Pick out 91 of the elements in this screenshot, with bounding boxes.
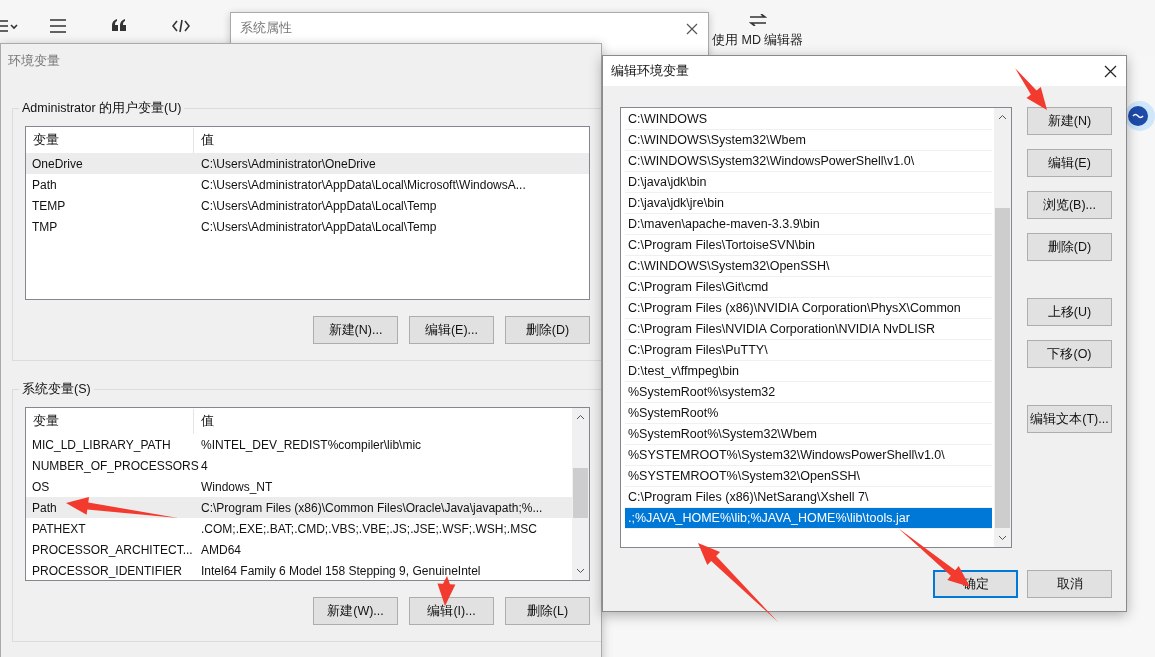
dialog-button[interactable]: 编辑(E): [1027, 149, 1112, 177]
horizontal-rule-icon[interactable]: [49, 19, 67, 33]
table-cell: OneDrive: [32, 156, 83, 171]
table-row[interactable]: OS Windows_NT: [26, 476, 572, 497]
dialog-button[interactable]: 编辑(E)...: [409, 316, 494, 344]
table-cell-text: Windows_NT: [200, 479, 273, 494]
list-item[interactable]: D:\test_v\ffmpeg\bin: [625, 361, 992, 382]
scroll-up-icon[interactable]: [576, 414, 585, 420]
table-row[interactable]: PROCESSOR_IDENTIFIER Intel64 Family 6 Model 158 Stepping 9, GenuineIntel: [26, 560, 572, 581]
dialog-button[interactable]: 编辑(I)...: [409, 597, 494, 625]
list-item[interactable]: C:\WINDOWS\System32\Wbem: [625, 130, 992, 151]
list-item[interactable]: %SYSTEMROOT%\System32\OpenSSH\: [625, 466, 992, 487]
table-row[interactable]: NUMBER_OF_PROCESSORS 4: [26, 455, 572, 476]
code-icon[interactable]: [172, 19, 190, 33]
table-cell: TMP: [32, 219, 58, 234]
app-circle-icon[interactable]: [1124, 100, 1155, 132]
scrollbar[interactable]: [994, 108, 1011, 547]
table-cell: PROCESSOR_IDENTIFIER: [32, 563, 183, 578]
dialog-button[interactable]: 删除(D): [1027, 233, 1112, 261]
window-title: 系统属性: [240, 20, 292, 37]
list-icon[interactable]: [0, 19, 18, 33]
list-item[interactable]: D:\java\jdk\jre\bin: [625, 193, 992, 214]
table-cell-text: C:\Users\Administrator\AppData\Local\Microsoft\WindowsA...: [200, 177, 526, 192]
dialog-button[interactable]: 编辑文本(T)...: [1027, 405, 1112, 433]
table-cell-text: C:\Users\Administrator\AppData\Local\Temp: [200, 198, 437, 213]
table-cell: TEMP: [32, 198, 66, 213]
table-cell-text: AMD64: [200, 542, 241, 557]
dialog-button[interactable]: 取消: [1027, 570, 1112, 598]
scroll-down-icon[interactable]: [998, 535, 1007, 541]
table-cell: OS: [32, 479, 50, 494]
table-row[interactable]: PROCESSOR_ARCHITECT... AMD64: [26, 539, 572, 560]
table-cell: Path: [32, 500, 57, 515]
list-item[interactable]: C:\Program Files\TortoiseSVN\bin: [625, 235, 992, 256]
list-item[interactable]: C:\WINDOWS\System32\WindowsPowerShell\v1.0\: [625, 151, 992, 172]
table-cell: PATHEXT: [32, 521, 86, 536]
table-cell-text: 4: [200, 458, 208, 473]
dialog-button[interactable]: 新建(N): [1027, 107, 1112, 135]
column-header[interactable]: 值: [194, 128, 214, 153]
scroll-down-icon[interactable]: [576, 568, 585, 574]
table-cell-text: %INTEL_DEV_REDIST%compiler\lib\mic: [200, 437, 422, 452]
list-item[interactable]: C:\Program Files\PuTTY\: [625, 340, 992, 361]
dialog-button[interactable]: 新建(W)...: [313, 597, 398, 625]
dialog-button[interactable]: 删除(D): [505, 316, 590, 344]
list-item[interactable]: %SystemRoot%: [625, 403, 992, 424]
close-icon[interactable]: [686, 22, 698, 35]
scroll-up-icon[interactable]: [998, 114, 1007, 120]
annotation-arrow: [1015, 68, 1047, 110]
table-cell-text: C:\Users\Administrator\AppData\Local\Temp: [200, 219, 437, 234]
dialog-button[interactable]: 浏览(B)...: [1027, 191, 1112, 219]
column-header[interactable]: 变量: [26, 409, 194, 434]
table-cell-text: C:\Users\Administrator\OneDrive: [200, 156, 376, 171]
list-item[interactable]: D:\java\jdk\bin: [625, 172, 992, 193]
table-cell-text: .COM;.EXE;.BAT;.CMD;.VBS;.VBE;.JS;.JSE;.WSF;.WSH;.MSC: [200, 521, 537, 536]
group-title: 系统变量(S): [19, 381, 94, 398]
table-cell-text: Intel64 Family 6 Model 158 Stepping 9, GenuineIntel: [200, 563, 481, 578]
dialog-button[interactable]: 下移(O): [1027, 340, 1112, 368]
table-cell-text: C:\Program Files (x86)\Common Files\Oracle\Java\javapath;%...: [200, 500, 543, 515]
list-item[interactable]: D:\maven\apache-maven-3.3.9\bin: [625, 214, 992, 235]
table-cell: NUMBER_OF_PROCESSORS: [32, 458, 199, 473]
table-row[interactable]: TEMP C:\Users\Administrator\AppData\Local\Temp: [26, 195, 589, 216]
group-title: Administrator 的用户变量(U): [19, 100, 185, 117]
list-item[interactable]: C:\WINDOWS: [625, 109, 992, 130]
list-item[interactable]: C:\WINDOWS\System32\OpenSSH\: [625, 256, 992, 277]
md-editor-button[interactable]: 使用 MD 编辑器: [712, 14, 804, 49]
window-title: 编辑环境变量: [611, 62, 689, 80]
table-cell: PROCESSOR_ARCHITECT...: [32, 542, 193, 557]
window-title: 环境变量: [8, 52, 60, 70]
table-row[interactable]: Path C:\Program Files (x86)\Common Files\Oracle\Java\javapath;%...: [26, 497, 572, 518]
table-row[interactable]: OneDrive C:\Users\Administrator\OneDrive: [26, 153, 589, 174]
list-item[interactable]: %SystemRoot%\System32\Wbem: [625, 424, 992, 445]
dialog-button[interactable]: 上移(U): [1027, 298, 1112, 326]
dialog-button[interactable]: 删除(L): [505, 597, 590, 625]
list-item[interactable]: C:\Program Files\NVIDIA Corporation\NVIDIA NvDLISR: [625, 319, 992, 340]
dialog-button[interactable]: 新建(N)...: [313, 316, 398, 344]
list-item[interactable]: C:\Program Files\Git\cmd: [625, 277, 992, 298]
scrollbar[interactable]: [572, 408, 589, 580]
column-header[interactable]: 值: [194, 409, 214, 434]
table-cell: MIC_LD_LIBRARY_PATH: [32, 437, 171, 452]
table-row[interactable]: PATHEXT .COM;.EXE;.BAT;.CMD;.VBS;.VBE;.JS;.JSE;.WSF;.WSH;.MSC: [26, 518, 572, 539]
close-icon[interactable]: [1104, 64, 1117, 78]
swap-icon: [748, 14, 767, 26]
table-row[interactable]: TMP C:\Users\Administrator\AppData\Local\Temp: [26, 216, 589, 237]
list-item[interactable]: C:\Program Files (x86)\NVIDIA Corporation\PhysX\Common: [625, 298, 992, 319]
list-item[interactable]: .;%JAVA_HOME%\lib;%JAVA_HOME%\lib\tools.jar: [625, 508, 992, 529]
table-row[interactable]: Path C:\Users\Administrator\AppData\Local\Microsoft\WindowsA...: [26, 174, 589, 195]
list-item[interactable]: %SYSTEMROOT%\System32\WindowsPowerShell\v1.0\: [625, 445, 992, 466]
list-item[interactable]: %SystemRoot%\system32: [625, 382, 992, 403]
annotation-arrow: [437, 576, 456, 606]
table-row[interactable]: MIC_LD_LIBRARY_PATH %INTEL_DEV_REDIST%compiler\lib\mic: [26, 434, 572, 455]
table-cell: Path: [32, 177, 57, 192]
quote-icon[interactable]: [111, 19, 127, 31]
